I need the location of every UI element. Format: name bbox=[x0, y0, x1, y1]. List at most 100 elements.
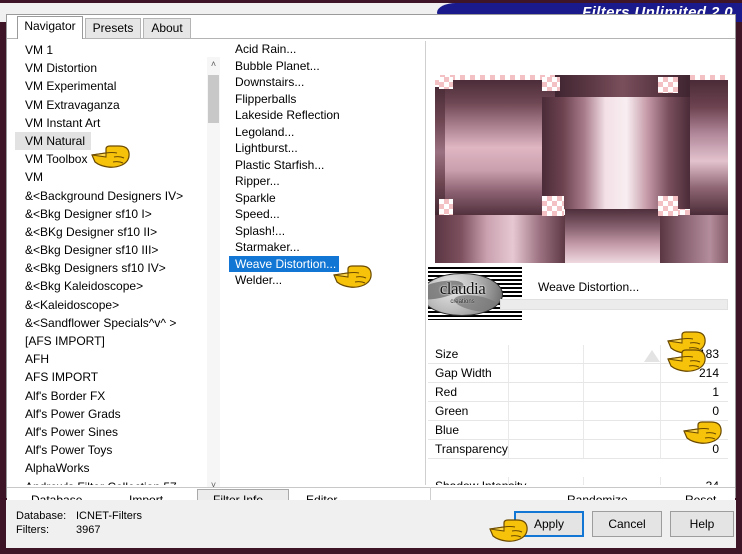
parameter-row[interactable]: Red 1 bbox=[428, 383, 728, 402]
slider-tick bbox=[660, 421, 661, 439]
database-value: ICNET-Filters bbox=[76, 510, 142, 522]
slider-tick bbox=[660, 477, 661, 485]
slider-tick bbox=[660, 440, 661, 458]
tree-item[interactable]: AFH bbox=[15, 350, 205, 368]
tree-item[interactable]: &<Kaleidoscope> bbox=[15, 296, 205, 314]
scroll-up-icon[interactable]: ˄ bbox=[207, 57, 220, 72]
tree-item[interactable]: &<BKg Designer sf10 II> bbox=[15, 223, 205, 241]
slider-tick bbox=[660, 383, 661, 401]
parameter-label: Gap Width bbox=[435, 366, 492, 380]
tree-item[interactable]: Alf's Power Grads bbox=[15, 405, 205, 423]
filter-list-item[interactable]: Plastic Starfish... bbox=[229, 157, 417, 174]
filter-list[interactable]: Acid Rain... Bubble Planet... Downstairs..… bbox=[229, 41, 417, 485]
tree-item[interactable]: Alf's Border FX bbox=[15, 387, 205, 405]
slider-tick bbox=[508, 421, 509, 439]
slider-handle[interactable] bbox=[644, 350, 660, 362]
pointing-hand-icon-gap-width bbox=[664, 348, 708, 374]
filter-list-item[interactable]: Legoland... bbox=[229, 124, 417, 141]
tree-item[interactable]: AFS IMPORT bbox=[15, 368, 205, 386]
title-top-strip bbox=[0, 0, 742, 3]
tab-active-gap bbox=[18, 38, 82, 40]
thumbnail-subtext: creations bbox=[450, 299, 475, 305]
tab-underline bbox=[7, 38, 735, 39]
preview-progress-strip bbox=[500, 299, 728, 310]
weave-cell bbox=[565, 209, 660, 263]
slider-tick bbox=[508, 345, 509, 363]
tree-item[interactable]: VM Experimental bbox=[15, 77, 205, 95]
tree-item[interactable]: Alf's Power Sines bbox=[15, 423, 205, 441]
status-bar: Database: ICNET-Filters Filters: 3967 Ap… bbox=[6, 500, 736, 548]
tree-item[interactable]: VM Instant Art bbox=[15, 114, 205, 132]
tree-item[interactable]: VM bbox=[15, 168, 205, 186]
parameter-value: 0 bbox=[712, 404, 719, 418]
filter-list-item[interactable]: Speed... bbox=[229, 206, 417, 223]
weave-cell bbox=[445, 80, 555, 215]
parameter-label: Size bbox=[435, 347, 459, 361]
tab-about[interactable]: About bbox=[143, 18, 191, 39]
panel-divider bbox=[425, 41, 426, 485]
tree-item[interactable]: [AFS IMPORT] bbox=[15, 332, 205, 350]
category-tree-scrollbar[interactable]: ˄ ˅ bbox=[207, 57, 220, 493]
slider-tick bbox=[660, 402, 661, 420]
tree-item[interactable]: &<Bkg Designer sf10 I> bbox=[15, 205, 205, 223]
pointing-hand-icon-tree bbox=[88, 144, 132, 170]
tree-item[interactable]: &<Bkg Designer sf10 III> bbox=[15, 241, 205, 259]
tab-strip: Navigator Presets About bbox=[7, 15, 735, 40]
cancel-button[interactable]: Cancel bbox=[592, 511, 662, 537]
transparency-checker bbox=[439, 77, 453, 89]
filter-list-item[interactable]: Downstairs... bbox=[229, 74, 417, 91]
slider-tick bbox=[508, 383, 509, 401]
transparency-checker bbox=[542, 77, 560, 91]
filter-list-item[interactable]: Acid Rain... bbox=[229, 41, 417, 58]
tree-item[interactable]: Andrew's Filter Collection 57 bbox=[15, 478, 205, 486]
pointing-hand-icon-filter bbox=[330, 264, 374, 290]
filter-thumbnail: claudia creations bbox=[428, 267, 522, 320]
tree-item[interactable]: VM Distortion bbox=[15, 59, 205, 77]
slider-tick bbox=[583, 477, 584, 485]
filter-list-item[interactable]: Lakeside Reflection bbox=[229, 107, 417, 124]
slider-tick bbox=[583, 440, 584, 458]
slider-tick bbox=[660, 364, 661, 382]
tree-item[interactable]: VM 1 bbox=[15, 41, 205, 59]
filter-list-item[interactable]: Bubble Planet... bbox=[229, 58, 417, 75]
help-button[interactable]: Help bbox=[670, 511, 734, 537]
parameter-label: Red bbox=[435, 385, 458, 399]
tab-presets[interactable]: Presets bbox=[85, 18, 141, 39]
tree-item[interactable]: &<Sandflower Specials^v^ > bbox=[15, 314, 205, 332]
parameter-spacer bbox=[428, 459, 728, 477]
filters-value: 3967 bbox=[76, 524, 101, 536]
filter-list-item[interactable]: Weave Distortion... bbox=[229, 255, 340, 272]
command-bar-divider bbox=[7, 487, 735, 488]
tree-item[interactable]: Alf's Power Toys bbox=[15, 441, 205, 459]
parameter-row[interactable]: Shadow Intensity 34 bbox=[428, 477, 728, 485]
category-tree[interactable]: VM 1 VM Distortion VM Experimental VM Extra… bbox=[15, 41, 205, 485]
tree-item[interactable]: &<Background Designers IV> bbox=[15, 187, 205, 205]
parameter-value: 34 bbox=[706, 479, 719, 485]
weave-cell bbox=[542, 97, 690, 209]
preview-panel: claudia creations Weave Distortion... Si… bbox=[428, 41, 728, 485]
scrollbar-thumb[interactable] bbox=[208, 75, 219, 123]
parameter-label: Transparency bbox=[435, 442, 508, 456]
filter-list-item[interactable]: Starmaker... bbox=[229, 239, 417, 256]
parameter-row[interactable]: Green 0 bbox=[428, 402, 728, 421]
filter-list-item[interactable]: Sparkle bbox=[229, 190, 417, 207]
transparency-checker bbox=[658, 77, 678, 93]
filter-list-item[interactable]: Ripper... bbox=[229, 173, 417, 190]
tree-item[interactable]: VM Natural bbox=[15, 131, 92, 151]
filters-unlimited-window: Filters Unlimited 2.0 Navigator Presets … bbox=[0, 0, 742, 554]
tree-item[interactable]: &<Bkg Designers sf10 IV> bbox=[15, 259, 205, 277]
tree-item[interactable]: AlphaWorks bbox=[15, 459, 205, 477]
tab-navigator[interactable]: Navigator bbox=[17, 16, 83, 39]
weave-cell bbox=[660, 215, 728, 263]
filter-list-item[interactable]: Flipperballs bbox=[229, 91, 417, 108]
transparency-checker bbox=[542, 196, 564, 216]
tree-item[interactable]: VM Extravaganza bbox=[15, 96, 205, 114]
filter-list-item[interactable]: Splash!... bbox=[229, 223, 417, 240]
tree-item[interactable]: &<Bkg Kaleidoscope> bbox=[15, 277, 205, 295]
filter-list-item[interactable]: Welder... bbox=[229, 272, 417, 289]
pointing-hand-icon-transparency bbox=[680, 420, 724, 446]
slider-tick bbox=[508, 364, 509, 382]
filter-list-item[interactable]: Lightburst... bbox=[229, 140, 417, 157]
parameter-label: Blue bbox=[435, 423, 460, 437]
filter-preview-image[interactable] bbox=[435, 75, 728, 266]
